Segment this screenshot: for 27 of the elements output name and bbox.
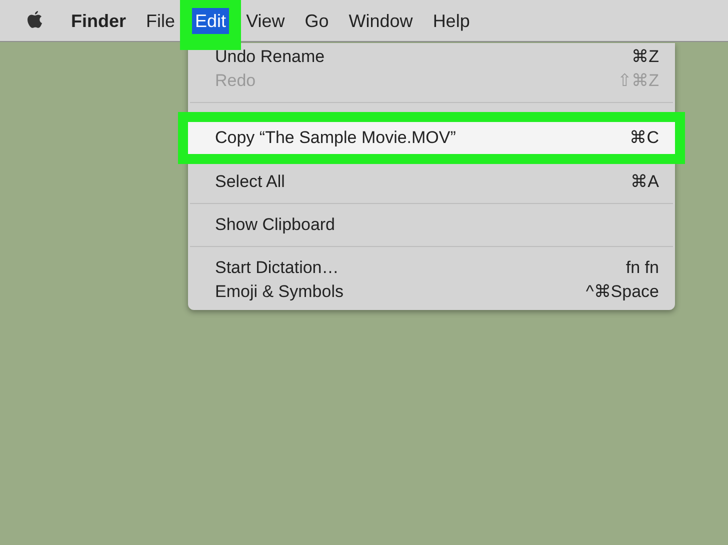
menu-bar-item[interactable]: Finder bbox=[68, 8, 130, 34]
menu-item-label: Copy “The Sample Movie.MOV” bbox=[215, 127, 456, 150]
menu-bar-item[interactable]: Window bbox=[346, 8, 416, 34]
menu-item-label: Undo Rename bbox=[215, 46, 325, 68]
shortcut-label: ^⌘Space bbox=[586, 281, 659, 304]
menu-bar-item[interactable]: Help bbox=[430, 8, 473, 34]
menu-bar-item[interactable]: Go bbox=[302, 8, 332, 34]
menu-item[interactable]: Show Clipboard bbox=[188, 213, 675, 237]
menu-item-label: Select All bbox=[215, 171, 285, 194]
menu-item-label: Start Dictation… bbox=[215, 257, 339, 280]
shortcut-label: fn fn bbox=[626, 257, 659, 280]
shortcut-label: ⌘A bbox=[630, 171, 659, 194]
shortcut-label: ⌘C bbox=[630, 127, 659, 150]
menu-item[interactable]: Emoji & Symbols ^⌘Space bbox=[188, 280, 675, 304]
menu-item[interactable]: Undo Rename ⌘Z bbox=[188, 45, 675, 69]
menu-bar-item[interactable]: View bbox=[243, 8, 288, 34]
apple-logo-icon[interactable] bbox=[26, 10, 44, 31]
shortcut-label: ⌘Z bbox=[632, 46, 659, 68]
menu-item-label: Redo bbox=[215, 70, 256, 92]
menu-bar-item[interactable]: File bbox=[143, 8, 178, 34]
menu-item[interactable]: Copy “The Sample Movie.MOV” ⌘C bbox=[188, 122, 675, 154]
menu-item[interactable]: Start Dictation… fn fn bbox=[188, 256, 675, 280]
menu-item[interactable]: Select All ⌘A bbox=[188, 170, 675, 194]
menu-bar-item[interactable]: Edit bbox=[192, 8, 230, 34]
shortcut-label: ⇧⌘Z bbox=[618, 70, 659, 92]
menu-item-label: Show Clipboard bbox=[215, 214, 336, 236]
menu-item-label: Emoji & Symbols bbox=[215, 281, 344, 304]
